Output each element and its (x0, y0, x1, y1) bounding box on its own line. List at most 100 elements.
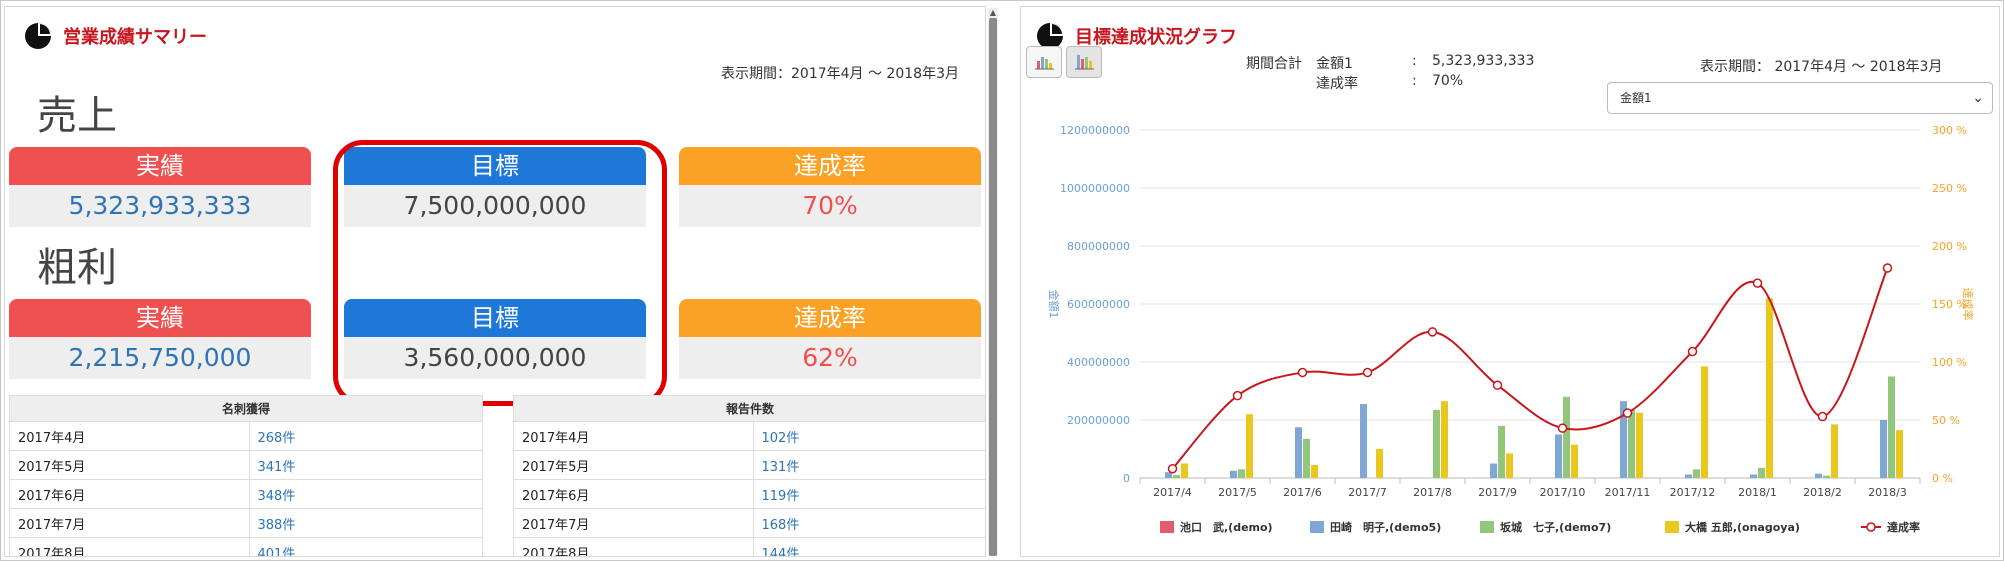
bar (1758, 467, 1765, 478)
chevron-down-icon: ⌄ (1972, 90, 1984, 106)
row-count-link[interactable]: 131件 (752, 450, 985, 480)
x-tick-label: 2017/9 (1478, 486, 1517, 499)
sales-summary-header: 営業成績サマリー (23, 21, 207, 51)
legend-label: 田崎 明子,(demo5) (1330, 520, 1441, 534)
bar (1685, 474, 1692, 478)
reports-table: 報告件数 2017年4月 102件 2017年5月 131件 2017年6月 119件… (513, 395, 985, 556)
right-period-label: 表示期間： 2017年4月 ～ 2018年3月 (1700, 59, 1943, 75)
table-row: 2017年6月 348件 (9, 479, 483, 509)
row-month: 2017年7月 (513, 508, 754, 538)
row-month: 2017年5月 (513, 450, 754, 480)
x-tick-label: 2017/8 (1413, 486, 1452, 499)
table-row: 2017年7月 388件 (9, 508, 483, 538)
bar (1888, 376, 1895, 478)
vertical-scrollbar[interactable]: ▲ (988, 8, 998, 556)
bar (1555, 434, 1562, 478)
left-period-label: 表示期間：2017年4月 ～ 2018年3月 (721, 66, 959, 82)
row-count-link[interactable]: 341件 (248, 450, 483, 480)
row-month: 2017年7月 (9, 508, 250, 538)
profit-actual-card: 実績 2,215,750,000 (9, 299, 311, 379)
row-count-link[interactable]: 268件 (248, 421, 483, 451)
line-point (1362, 367, 1373, 378)
bar (1506, 453, 1513, 478)
line-point (1687, 346, 1698, 357)
stacked-bar-icon (1075, 55, 1094, 70)
x-tick-label: 2018/2 (1803, 486, 1842, 499)
goal-achievement-chart: 0 200000000 400000000 600000000 800000000 100… (1047, 124, 1975, 534)
x-tick-label: 2017/12 (1670, 486, 1716, 499)
y-tick-label: 0 (1123, 472, 1130, 485)
sales-rate-label: 達成率 (679, 147, 981, 185)
line-point (1167, 463, 1178, 474)
profit-rate-card: 達成率 62% (679, 299, 981, 379)
y2-tick-label: 100 % (1932, 356, 1967, 369)
cards-table-header: 名刺獲得 (9, 395, 483, 422)
row-count-link[interactable]: 348件 (248, 479, 483, 509)
x-tick-label: 2018/1 (1738, 486, 1777, 499)
line-point (1427, 327, 1438, 337)
sales-rate-value: 70% (679, 185, 981, 227)
summary-rate-label: 達成率 (1316, 76, 1358, 92)
reports-table-header: 報告件数 (513, 395, 985, 422)
row-month: 2017年4月 (513, 421, 754, 451)
bar (1766, 298, 1773, 478)
bar (1636, 412, 1643, 478)
y-tick-label: 1200000000 (1060, 124, 1130, 137)
bar (1815, 473, 1822, 478)
bar (1295, 427, 1302, 478)
legend-swatch (1160, 521, 1174, 533)
sales-rate-card: 達成率 70% (679, 147, 981, 227)
row-count-link[interactable]: 119件 (752, 479, 985, 509)
row-count-link[interactable]: 388件 (248, 508, 483, 538)
summary-sep1: : (1412, 53, 1417, 69)
bar (1433, 409, 1440, 478)
row-count-link[interactable]: 102件 (752, 421, 985, 451)
row-month: 2017年6月 (9, 479, 250, 509)
table-row: 2017年4月 268件 (9, 421, 483, 451)
legend-line-marker (1866, 522, 1876, 532)
bar (1831, 424, 1838, 478)
bar (1181, 463, 1188, 478)
sales-actual-value: 5,323,933,333 (9, 185, 311, 227)
legend-label: 池口 武,(demo) (1180, 520, 1273, 534)
line-point (1622, 408, 1633, 418)
stacked-bar-chart-button[interactable] (1066, 46, 1102, 78)
bar-chart-button[interactable] (1026, 46, 1062, 78)
bar (1628, 409, 1635, 478)
summary-amount-value: 5,323,933,333 (1432, 53, 1535, 69)
sales-summary-panel: 営業成績サマリー 表示期間：2017年4月 ～ 2018年3月 売上 実績 5,… (4, 6, 986, 557)
profit-rate-value: 62% (679, 337, 981, 379)
row-count-link[interactable]: 401件 (248, 537, 483, 556)
cards-acquired-table: 名刺獲得 2017年4月 268件 2017年5月 341件 2017年6月 348件… (9, 395, 483, 556)
bar (1173, 475, 1180, 478)
y2-tick-label: 50 % (1932, 414, 1960, 427)
target-highlight-annotation (333, 140, 667, 406)
row-month: 2017年8月 (9, 537, 250, 556)
x-tick-label: 2017/4 (1153, 486, 1192, 499)
y-tick-label: 200000000 (1067, 414, 1130, 427)
row-count-link[interactable]: 144件 (752, 537, 985, 556)
scroll-up-icon[interactable]: ▲ (988, 8, 998, 18)
legend-swatch (1310, 521, 1324, 533)
y-tick-label: 400000000 (1067, 356, 1130, 369)
y2-tick-label: 300 % (1932, 124, 1967, 137)
y2-axis-label: 達成率 (1961, 288, 1975, 321)
scrollbar-thumb[interactable] (989, 18, 997, 556)
bar (1693, 469, 1700, 478)
bar (1498, 425, 1505, 478)
sales-summary-title: 営業成績サマリー (63, 27, 207, 48)
bar (1303, 438, 1310, 478)
bar (1246, 414, 1253, 478)
x-tick-label: 2017/5 (1218, 486, 1257, 499)
legend-label: 達成率 (1887, 520, 1920, 534)
line-point (1752, 278, 1763, 288)
bar (1563, 396, 1570, 478)
y-tick-label: 1000000000 (1060, 182, 1130, 195)
bar (1896, 430, 1903, 478)
x-tick-label: 2017/7 (1348, 486, 1387, 499)
table-row: 2017年8月 401件 (9, 537, 483, 556)
bar (1750, 474, 1757, 478)
row-count-link[interactable]: 168件 (752, 508, 985, 538)
metric-select[interactable]: 金額1 ⌄ (1607, 82, 1993, 114)
y-axis-label: 金額1 (1047, 290, 1061, 319)
